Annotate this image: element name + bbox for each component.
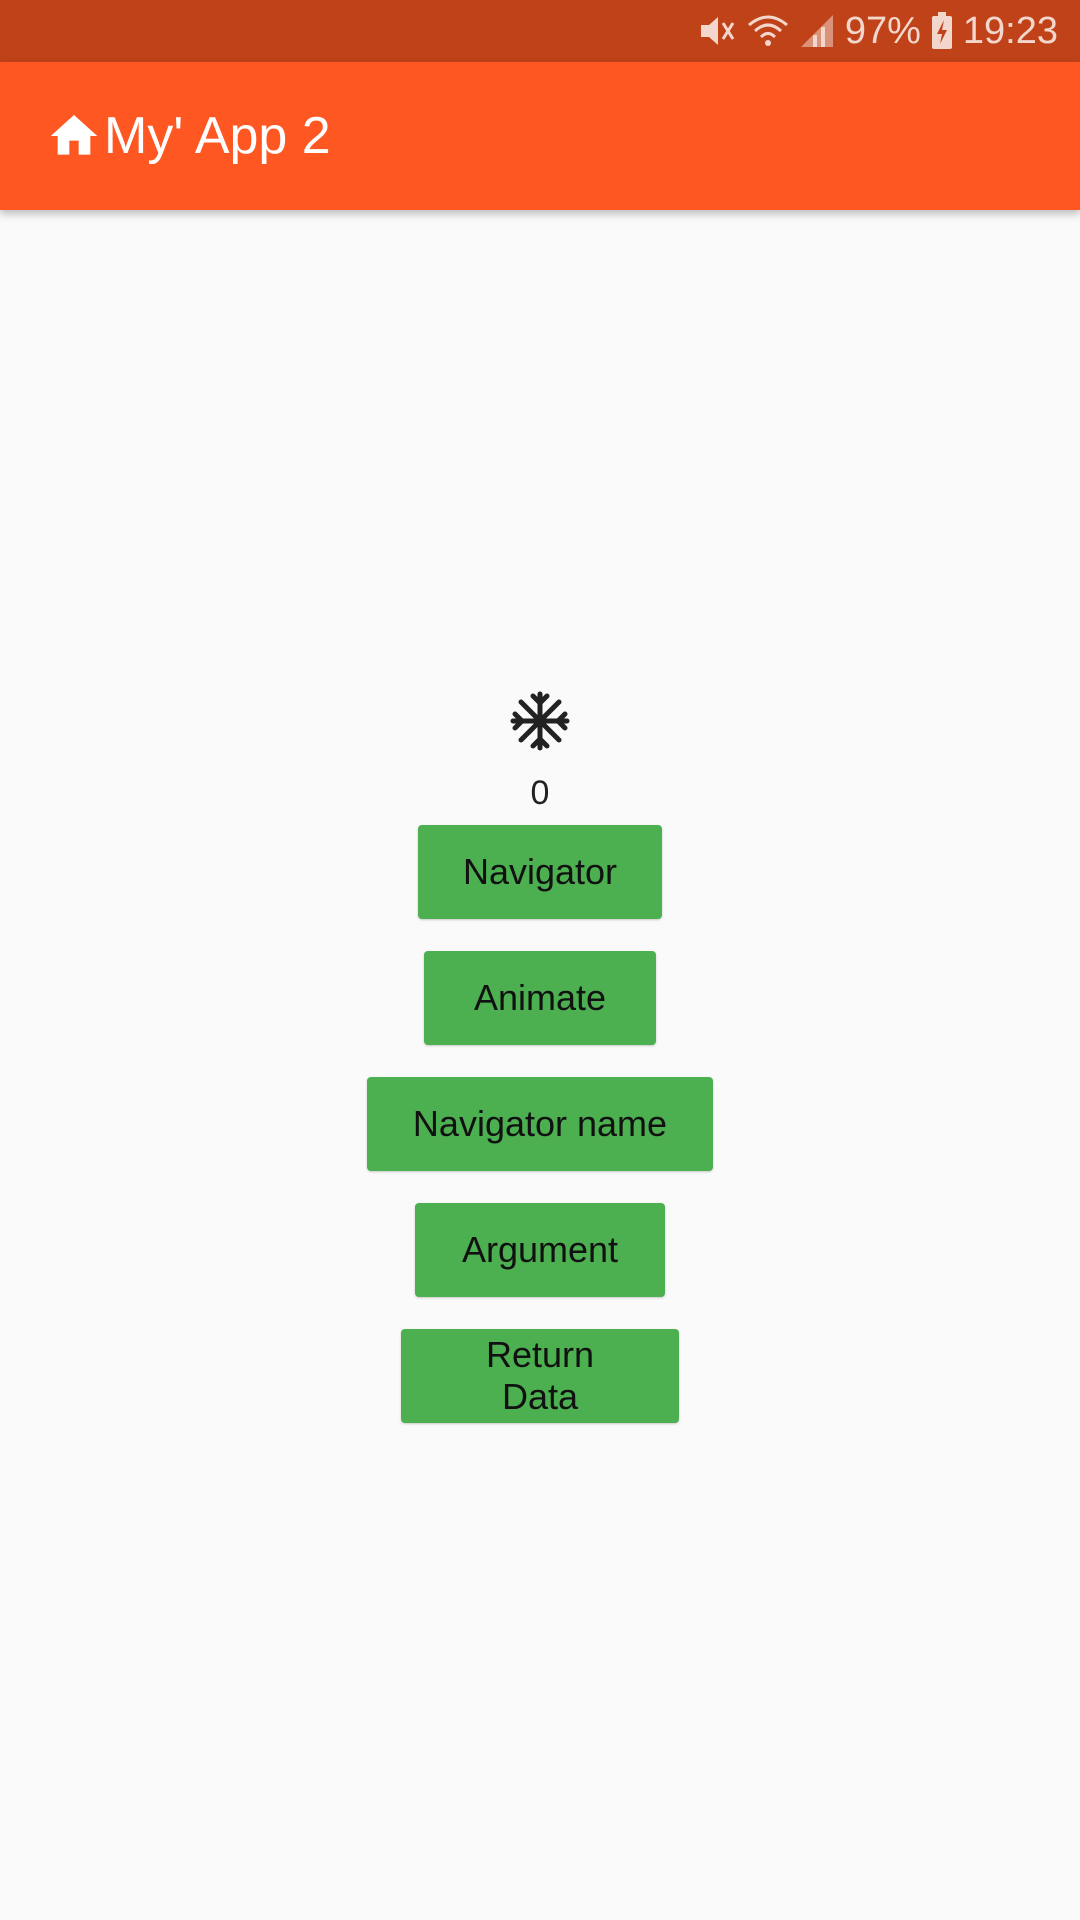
counter-value: 0 bbox=[530, 774, 550, 812]
wifi-icon bbox=[747, 13, 789, 49]
argument-button[interactable]: Argument bbox=[415, 1203, 665, 1297]
battery-percentage: 97% bbox=[844, 9, 921, 52]
mute-vibrate-icon bbox=[697, 13, 737, 49]
navigator-name-button[interactable]: Navigator name bbox=[367, 1077, 713, 1171]
snowflake-icon bbox=[509, 690, 571, 752]
battery-charging-icon bbox=[931, 12, 953, 50]
app-bar: My' App 2 bbox=[0, 62, 1080, 210]
home-icon[interactable] bbox=[46, 108, 102, 164]
app-title: My' App 2 bbox=[104, 107, 331, 165]
return-data-button[interactable]: Return Data bbox=[401, 1329, 679, 1423]
signal-icon bbox=[799, 13, 835, 49]
status-time: 19:23 bbox=[962, 9, 1058, 52]
animate-button[interactable]: Animate bbox=[424, 951, 656, 1045]
status-bar: 97% 19:23 bbox=[0, 0, 1080, 62]
main-content: 0 Navigator Animate Navigator name Argum… bbox=[0, 690, 1080, 1423]
navigator-button[interactable]: Navigator bbox=[418, 825, 662, 919]
